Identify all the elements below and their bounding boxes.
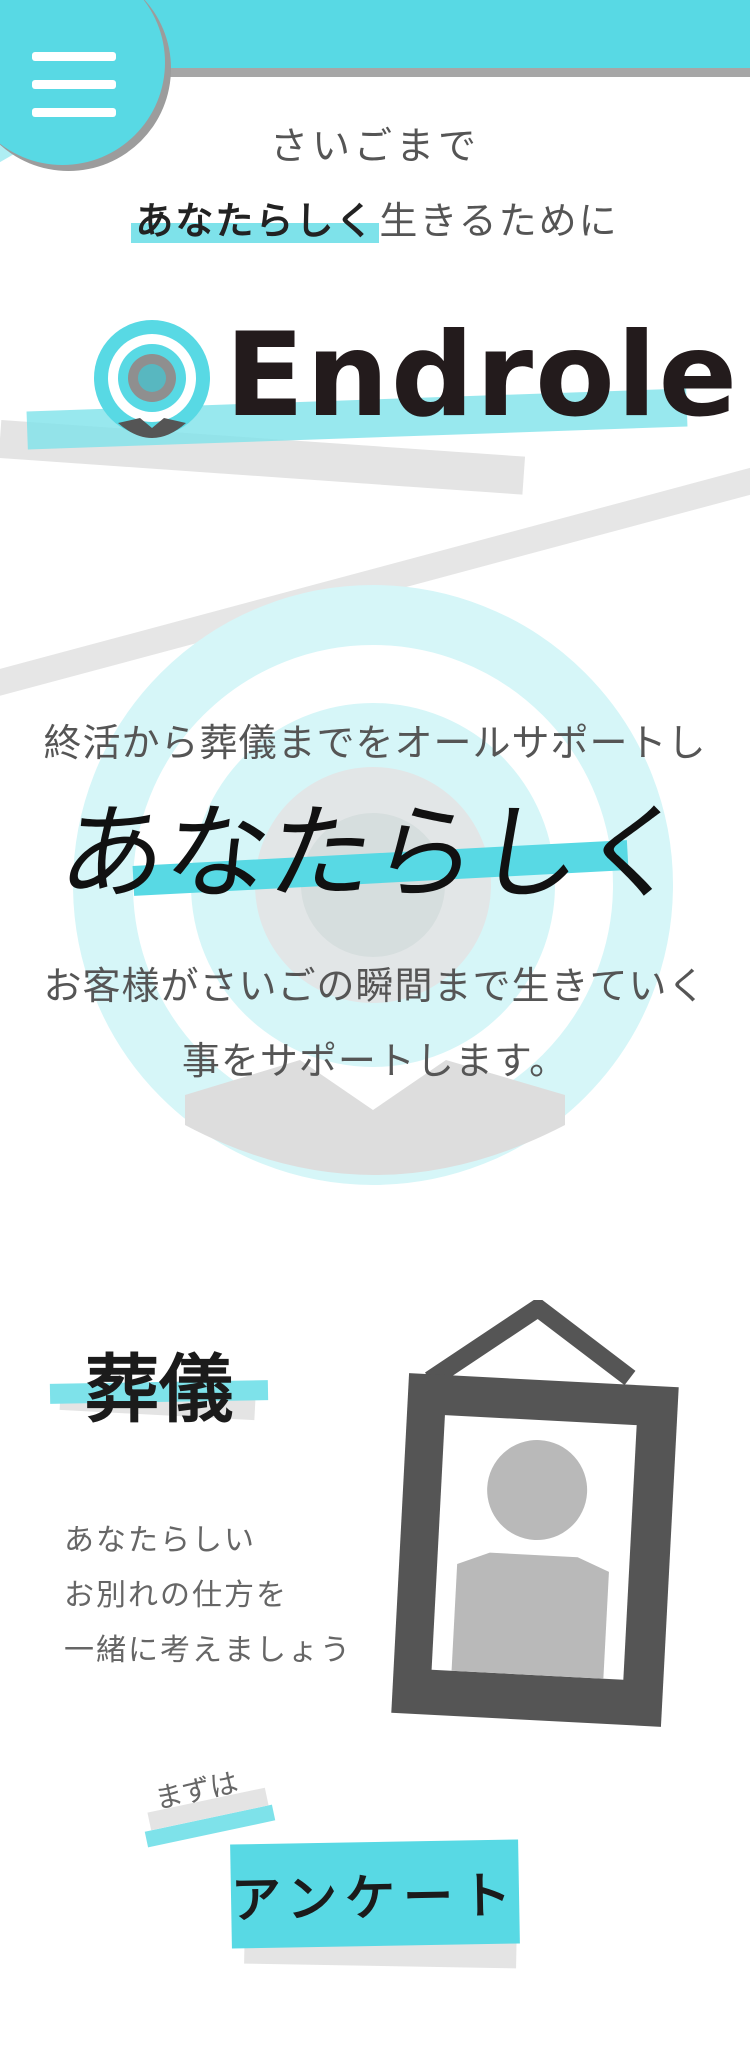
section-desc-line1: あなたらしい [64,1523,256,1558]
section-desc-line3: 一緒に考えましょう [64,1633,352,1668]
hero-line2: お客様がさいごの瞬間まで生きていく [43,964,707,1008]
target-pin-icon [94,320,210,438]
hero-highlight: あなたらしく [53,792,695,914]
hamburger-icon [32,52,116,118]
survey-button[interactable]: アンケート [230,1839,520,1949]
tagline-rest: 生きるために [379,199,619,243]
landing-page: さいごまで あなたらしく 生きるために Endrole 終活から葬儀までをオールサ… [0,0,750,2049]
tagline-emphasis: あなたらしく [131,199,380,243]
section-title: 葬儀 [85,1347,233,1433]
top-bar-divider [160,68,750,77]
portrait-frame-icon [391,1300,679,1727]
hero-line1: 終活から葬儀までをオールサポートし [43,721,707,765]
hero-line3: 事をサポートします。 [181,1039,569,1083]
logo-text[interactable]: Endrole [225,318,739,434]
tagline-line2: あなたらしく 生きるために [0,190,750,245]
section-desc-line2: お別れの仕方を [64,1578,288,1613]
tagline-line1: さいごまで [269,124,480,168]
